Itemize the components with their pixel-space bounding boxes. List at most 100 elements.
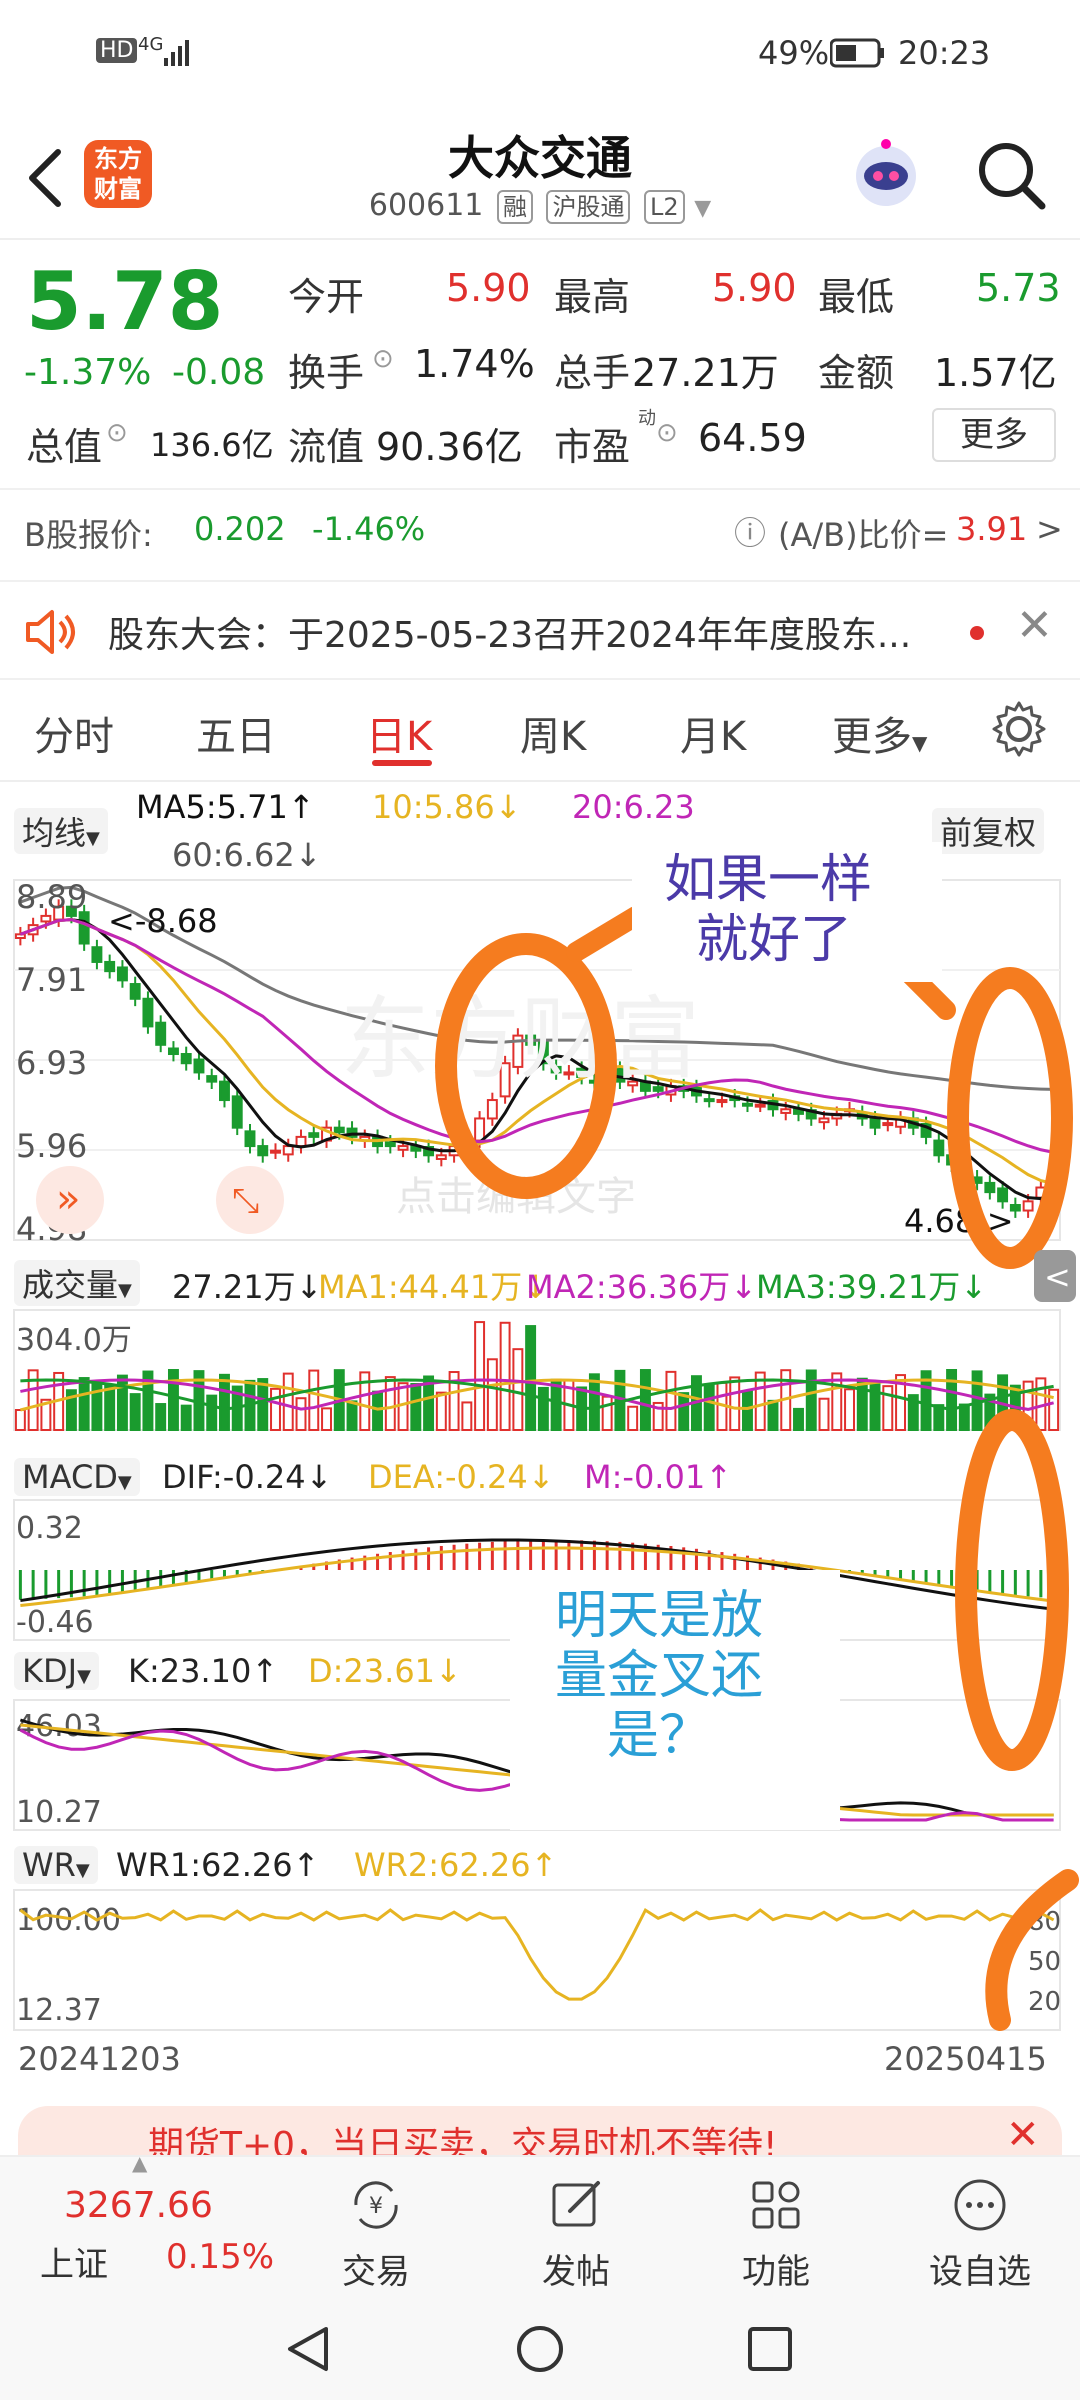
ma60-text: 60:6.62 xyxy=(172,836,295,874)
unread-dot xyxy=(970,626,984,640)
candle-body xyxy=(167,1047,179,1056)
annotation-note-1[interactable]: 如果一样 就好了 xyxy=(664,850,872,970)
ma60-label: 60:6.62↓ xyxy=(172,836,322,874)
info-icon[interactable]: ⊙ xyxy=(372,344,394,374)
status-bar: HD 4G 49% 20:23 xyxy=(0,0,1080,110)
volume-bar xyxy=(219,1373,230,1431)
mktcap-label: 总值 xyxy=(26,425,103,469)
yuan-exchange-icon: ¥ xyxy=(354,2181,398,2229)
svg-text:¥: ¥ xyxy=(369,2194,383,2219)
info-icon[interactable]: ⊙ xyxy=(656,418,678,448)
index-price[interactable]: 3267.66 xyxy=(64,2185,213,2226)
caret-down-icon: ▼ xyxy=(118,1280,132,1301)
candle-body xyxy=(435,1154,447,1160)
volume-bar xyxy=(793,1407,804,1432)
volume-bar xyxy=(282,1372,294,1432)
more-dots-icon xyxy=(954,2179,1006,2231)
candle-body xyxy=(180,1053,192,1065)
volume-bar xyxy=(180,1404,192,1432)
volume-value-text: 27.21万 xyxy=(172,1268,296,1306)
adjust-button[interactable]: 前复权 xyxy=(932,808,1045,854)
period-tabs: 分时 五日 日K 周K 月K 更多▼ xyxy=(0,680,1080,780)
candle-body xyxy=(933,1139,945,1157)
volume-bar xyxy=(678,1392,690,1431)
tab-five-day[interactable]: 五日 xyxy=(196,704,276,762)
notice-bar[interactable]: 股东大会：于2025-05-23召开2024年年度股东... ✕ xyxy=(0,580,1080,680)
tab-intraday[interactable]: 分时 xyxy=(34,704,114,762)
home-circle-icon[interactable] xyxy=(514,2323,566,2375)
nav-post[interactable]: 发帖 xyxy=(496,2175,656,2293)
speaker-icon xyxy=(26,610,75,654)
price-axis-label: 8.89 xyxy=(16,878,87,916)
settings-gear-icon[interactable] xyxy=(990,700,1048,758)
bottom-nav: ▲ 3267.66 上证 0.15% ¥ 交易 发帖 功能 设自选 xyxy=(0,2151,1080,2295)
tab-daily-k[interactable]: 日K xyxy=(366,704,432,762)
caret-down-icon: ▼ xyxy=(117,1472,132,1493)
search-icon[interactable] xyxy=(976,140,1048,212)
caret-down-icon: ▼ xyxy=(912,731,928,755)
nav-add-watchlist-label: 设自选 xyxy=(929,2252,1031,2292)
index-pct: 0.15% xyxy=(166,2237,275,2277)
ab-ratio-value: 3.91 xyxy=(956,510,1028,548)
change-amount: -0.08 xyxy=(172,352,266,393)
change-percent: -1.37% xyxy=(24,352,152,393)
ad-close-icon[interactable]: ✕ xyxy=(1006,2112,1040,2158)
close-icon[interactable]: ✕ xyxy=(1016,600,1053,651)
watermark: 东方财富 xyxy=(340,987,700,1092)
macd-axis-bottom: -0.46 xyxy=(16,1605,94,1640)
k-label: K:23.10↑ xyxy=(128,1652,279,1690)
recents-square-icon[interactable] xyxy=(744,2323,796,2375)
b-share-row[interactable]: B股报价: 0.202 -1.46% ⓘ (A/B)比价= 3.91 > xyxy=(0,500,1080,560)
tab-weekly-k[interactable]: 周K xyxy=(520,704,586,762)
volume-bar xyxy=(461,1401,473,1432)
info-icon[interactable]: ⊙ xyxy=(106,418,128,448)
m-label: M:-0.01↑ xyxy=(584,1458,732,1496)
more-button[interactable]: 更多 xyxy=(932,408,1056,462)
dea-text: DEA:-0.24 xyxy=(368,1458,528,1496)
kdj-axis-bottom: 10.27 xyxy=(16,1795,102,1830)
tab-more[interactable]: 更多▼ xyxy=(832,704,927,762)
ma-selector[interactable]: 均线▼ xyxy=(14,808,108,854)
b-share-pct: -1.46% xyxy=(312,510,426,548)
candle-body xyxy=(206,1075,218,1083)
volume-bar xyxy=(104,1384,116,1432)
help-icon[interactable]: ⓘ xyxy=(734,508,766,554)
volume-bar xyxy=(206,1394,218,1432)
ma20-label: 20:6.23 xyxy=(572,788,695,826)
low-value: 5.73 xyxy=(976,266,1061,310)
nav-functions[interactable]: 功能 xyxy=(696,2175,856,2293)
volume-bar xyxy=(627,1405,639,1432)
nav-trade[interactable]: ¥ 交易 xyxy=(296,2175,456,2293)
wr-line xyxy=(19,1907,1055,2001)
candle-body xyxy=(282,1145,294,1156)
tag-l2: L2 xyxy=(644,190,685,224)
turnover-value: 1.74% xyxy=(414,342,535,386)
back-triangle-icon[interactable] xyxy=(282,2323,334,2375)
volume-bar xyxy=(155,1403,167,1431)
robot-assistant-icon[interactable] xyxy=(848,136,924,212)
kdj-selector[interactable]: KDJ▼ xyxy=(14,1652,99,1690)
macd-selector[interactable]: MACD▼ xyxy=(14,1458,140,1496)
volume-bar xyxy=(844,1388,855,1432)
candle-body xyxy=(486,1099,498,1120)
nav-functions-label: 功能 xyxy=(742,2252,810,2292)
nav-add-watchlist[interactable]: 设自选 xyxy=(900,2175,1060,2293)
volume-bar xyxy=(703,1383,715,1432)
b-share-label: B股报价: xyxy=(24,516,153,554)
battery-icon xyxy=(830,38,884,68)
candle-body xyxy=(116,966,128,982)
annotation-note-2-line-1: 明天是放 xyxy=(554,1586,763,1646)
chevron-left-icon: < xyxy=(1044,1258,1071,1296)
candle-body xyxy=(384,1141,396,1148)
tab-monthly-k[interactable]: 月K xyxy=(680,704,746,762)
index-name[interactable]: 上证 xyxy=(40,2237,108,2286)
chevron-right-icon: > xyxy=(1036,510,1063,548)
wr-selector[interactable]: WR▼ xyxy=(14,1846,98,1884)
volume-bar xyxy=(372,1390,384,1432)
volume-selector[interactable]: 成交量▼ xyxy=(14,1260,140,1306)
edit-pencil-icon xyxy=(552,2181,600,2227)
annotation-note-2[interactable]: 明天是放 量金叉还 是？ xyxy=(544,1586,774,1766)
date-start: 20241203 xyxy=(18,2040,181,2078)
volume-bar xyxy=(946,1369,958,1431)
wr1-label: WR1:62.26↑ xyxy=(116,1846,320,1884)
